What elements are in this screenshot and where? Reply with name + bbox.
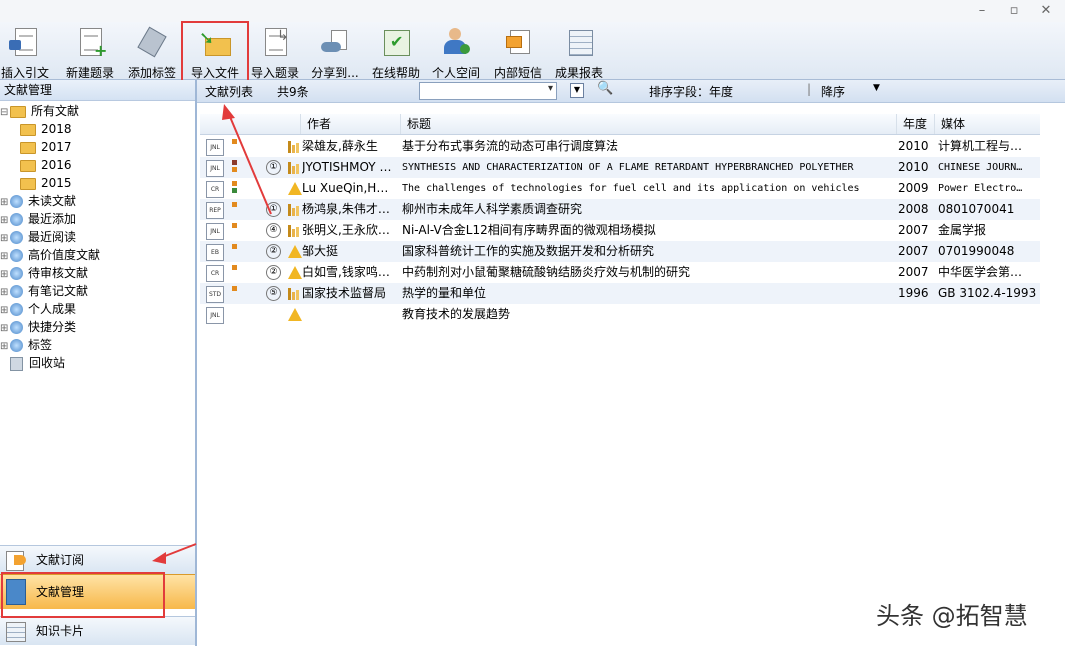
annotation-arrows — [152, 104, 272, 564]
